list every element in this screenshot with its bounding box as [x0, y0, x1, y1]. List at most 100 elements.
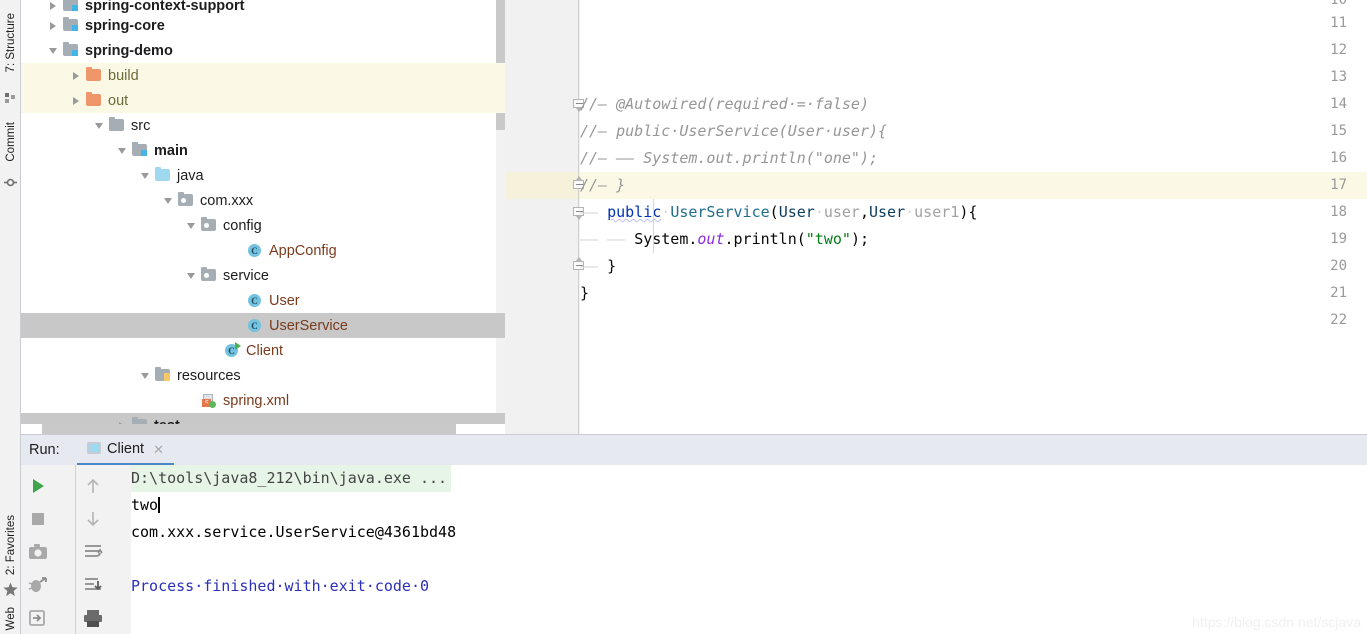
scroll-to-end-icon[interactable] — [82, 574, 104, 596]
code-token: —— — [580, 203, 608, 221]
code-token: ){ — [959, 203, 978, 221]
line-number: 19 — [1330, 231, 1347, 247]
run-tool-window: Run: Client ✕ D:\tools\java8_212\bin\jav… — [21, 434, 1367, 634]
console-line: D:\tools\java8_212\bin\java.exe ... — [131, 465, 447, 492]
tree-item-java[interactable]: java — [21, 163, 505, 188]
line-number: 13 — [1330, 69, 1347, 85]
chevron-down-icon[interactable] — [47, 44, 60, 57]
line-number: 12 — [1330, 42, 1347, 58]
chevron-down-icon[interactable] — [116, 144, 129, 157]
tree-item-user[interactable]: C User — [21, 288, 505, 313]
code-line-17[interactable]: //— } — [580, 172, 625, 199]
package-icon — [201, 217, 218, 233]
tree-item-main[interactable]: main — [21, 138, 505, 163]
run-tool-window-header: Run: Client ✕ — [21, 434, 1367, 466]
source-root-icon — [155, 167, 172, 183]
tree-item-userservice[interactable]: C UserService — [21, 313, 505, 338]
line-number: 17 — [1330, 177, 1347, 193]
code-token: —— — [580, 257, 608, 275]
code-line-14[interactable]: //— @Autowired(required·=·false) — [580, 91, 869, 118]
camera-icon[interactable] — [27, 541, 49, 563]
folder-icon — [109, 117, 126, 133]
tree-item-spring-xml[interactable]: < spring.xml — [21, 388, 505, 413]
line-number: 14 — [1330, 96, 1347, 112]
chevron-right-icon[interactable] — [70, 94, 83, 107]
chevron-down-icon[interactable] — [185, 219, 198, 232]
line-number: 18 — [1330, 204, 1347, 220]
close-icon[interactable]: ✕ — [153, 443, 164, 456]
chevron-down-icon[interactable] — [139, 169, 152, 182]
code-line-16[interactable]: //— —— System.out.println("one"); — [580, 145, 878, 172]
tree-item-com-xxx[interactable]: com.xxx — [21, 188, 505, 213]
code-line-15[interactable]: //— public·UserService(User·user){ — [580, 118, 887, 145]
code-line-18[interactable]: —— public·UserService(User·user,User·use… — [580, 199, 977, 226]
code-token: ( — [769, 203, 779, 221]
stripe-item-web[interactable]: Web — [0, 604, 21, 634]
tree-item-resources[interactable]: resources — [21, 363, 505, 388]
stop-square-icon[interactable] — [27, 508, 49, 530]
line-number: 21 — [1330, 285, 1347, 301]
chevron-down-icon[interactable] — [139, 369, 152, 382]
soft-wrap-icon[interactable] — [82, 541, 104, 563]
tree-item-label: com.xxx — [200, 192, 254, 209]
tree-item-appconfig[interactable]: C AppConfig — [21, 238, 505, 263]
run-console-output[interactable]: D:\tools\java8_212\bin\java.exe ... two co… — [131, 465, 1367, 634]
run-tab-client[interactable]: Client ✕ — [77, 435, 174, 466]
code-line-19[interactable]: —— —— System.out.println("two"); — [580, 226, 869, 253]
chevron-down-icon[interactable] — [93, 119, 106, 132]
tree-item-client[interactable]: C Client — [21, 338, 505, 363]
code-token: } — [607, 257, 617, 275]
tree-item-label: spring-context-support — [85, 0, 245, 14]
arrow-down-icon[interactable] — [82, 508, 104, 530]
stripe-item-commit[interactable]: Commit — [0, 110, 21, 174]
code-token: } — [580, 284, 590, 302]
stripe-item-favorites[interactable]: 2: Favorites — [0, 505, 21, 585]
export-arrow-icon[interactable] — [27, 607, 49, 629]
java-runnable-class-icon: C — [224, 342, 241, 358]
code-line-20[interactable]: —— } — [580, 253, 616, 280]
print-icon[interactable] — [82, 607, 104, 629]
folder-excluded-icon — [86, 67, 103, 83]
code-token: //— —— System.out.println("one"); — [580, 149, 879, 167]
console-line: Process·finished·with·exit·code·0 — [131, 573, 429, 600]
arrow-up-icon[interactable] — [82, 475, 104, 497]
tree-item-spring-core[interactable]: spring-core — [21, 13, 505, 38]
chevron-right-icon[interactable] — [47, 19, 60, 32]
tree-item-out[interactable]: out — [21, 88, 505, 113]
stripe-item-structure[interactable]: 7: Structure — [0, 0, 21, 86]
tree-item-build[interactable]: build — [21, 63, 505, 88]
tree-arrow-placeholder — [208, 344, 221, 357]
console-line: com.xxx.service.UserService@4361bd48 — [131, 519, 456, 546]
project-tool-window[interactable]: spring-context-support spring-core spring-… — [21, 0, 505, 434]
chevron-right-icon[interactable] — [70, 69, 83, 82]
tree-arrow-placeholder — [231, 244, 244, 257]
line-number: 22 — [1330, 312, 1347, 328]
project-horizontal-scrollbar[interactable] — [42, 424, 456, 434]
indent-guide — [653, 199, 654, 253]
tree-item-label: resources — [177, 367, 241, 384]
tree-item-label: spring.xml — [223, 392, 290, 409]
chevron-right-icon[interactable] — [47, 0, 60, 12]
tree-item-config[interactable]: config — [21, 213, 505, 238]
tree-item-label: build — [108, 67, 139, 84]
code-token: //— @Autowired(required·=·false) — [580, 95, 869, 113]
code-line-21[interactable]: } — [580, 280, 589, 307]
code-token: UserService — [670, 203, 770, 221]
chevron-down-icon[interactable] — [185, 269, 198, 282]
text-caret — [158, 497, 161, 513]
tree-item-src[interactable]: src — [21, 113, 505, 138]
play-icon[interactable] — [27, 475, 49, 497]
tree-item-spring-demo[interactable]: spring-demo — [21, 38, 505, 63]
run-tab-label: Client — [107, 441, 145, 457]
editor-gutter[interactable] — [505, 0, 580, 434]
tree-item-service[interactable]: service — [21, 263, 505, 288]
chevron-down-icon[interactable] — [162, 194, 175, 207]
module-icon — [63, 0, 80, 13]
code-editor[interactable]: 10 11 12 13 14 15 16 17 18 19 20 21 22 //— @Autowire… — [505, 0, 1367, 434]
tree-item-label: AppConfig — [269, 242, 337, 259]
code-token: —— —— — [580, 230, 635, 248]
stripe-item-favorites-label: 2: Favorites — [4, 514, 17, 576]
bug-rerun-icon[interactable] — [27, 574, 49, 596]
tree-item-label: main — [154, 142, 188, 159]
stripe-item-web-label: Web — [4, 607, 17, 631]
